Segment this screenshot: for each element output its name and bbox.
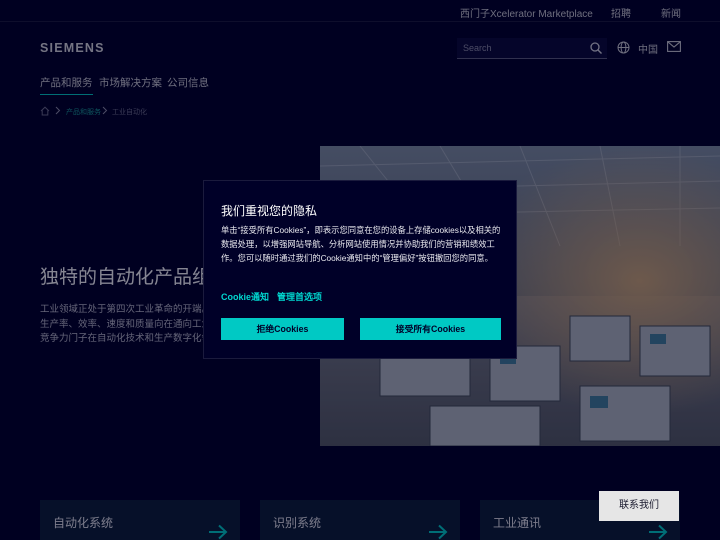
accept-all-cookies-button[interactable]: 接受所有Cookies <box>360 318 501 340</box>
reject-cookies-button[interactable]: 拒绝Cookies <box>221 318 344 340</box>
contact-us-button[interactable]: 联系我们 <box>599 491 679 521</box>
dialog-title: 我们重视您的隐私 <box>221 204 318 218</box>
dialog-body: 单击“接受所有Cookies”，即表示您同意在您的设备上存储cookies以及相… <box>221 225 501 263</box>
cookie-notice-link[interactable]: Cookie通知 <box>221 290 269 303</box>
manage-preferences-link[interactable]: 管理首选项 <box>277 290 322 303</box>
cookie-consent-dialog: 我们重视您的隐私 单击“接受所有Cookies”，即表示您同意在您的设备上存储c… <box>203 180 517 359</box>
